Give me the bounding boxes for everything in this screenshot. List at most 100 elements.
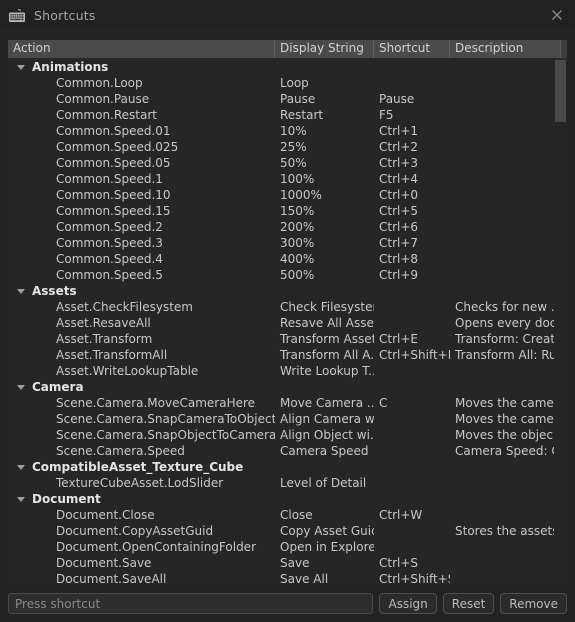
window-title: Shortcuts	[34, 7, 96, 23]
cell-action: Document.Close	[56, 508, 155, 522]
cell-display-string: 25%	[280, 140, 307, 154]
cell-display-string: Write Lookup T...	[280, 364, 374, 378]
cell-display-string: 50%	[280, 156, 307, 170]
remove-button[interactable]: Remove	[500, 593, 567, 614]
table-row[interactable]: Common.Speed.3 300% Ctrl+7	[8, 235, 567, 251]
group-cell: CompatibleAsset_Texture_Cube	[8, 460, 275, 474]
bottom-toolbar: Assign Reset Remove	[0, 585, 575, 622]
cell-description: Transform All: Ru...	[455, 348, 560, 362]
table-row[interactable]: TextureCubeAsset.LodSlider Level of Detai…	[8, 475, 567, 491]
scrollbar-thumb[interactable]	[555, 60, 566, 122]
table-row[interactable]: Scene.Camera.Speed Camera Speed Camera Spe…	[8, 443, 567, 459]
cell-shortcut: Ctrl+7	[379, 236, 419, 250]
table-row[interactable]: Asset.WriteLookupTable Write Lookup T...	[8, 363, 567, 379]
cell-display-string: Move Camera ...	[280, 396, 374, 410]
cell-display-string: Transform All A...	[280, 348, 374, 362]
shortcuts-table: Action Display String Shortcut Descripti…	[8, 40, 567, 585]
table-row[interactable]: Scene.Camera.MoveCameraHere Move Camera .…	[8, 395, 567, 411]
cell-display-string: Level of Detail	[280, 476, 367, 490]
table-row[interactable]: Scene.Camera.SnapObjectToCamera Align Obj…	[8, 427, 567, 443]
table-row[interactable]: Document.Save Save Ctrl+S	[8, 555, 567, 571]
table-row[interactable]: Asset.CheckFilesystem Check Filesystem Che…	[8, 299, 567, 315]
table-group-row[interactable]: Animations	[8, 59, 567, 75]
cell-action: Common.Pause	[56, 92, 150, 106]
chevron-down-icon[interactable]	[17, 64, 25, 70]
cell-action: Document.Save	[56, 556, 152, 570]
assign-button[interactable]: Assign	[379, 593, 437, 614]
table-row[interactable]: Document.Close Close Ctrl+W	[8, 507, 567, 523]
column-header-description[interactable]: Description	[450, 40, 560, 58]
shortcut-input[interactable]	[8, 593, 374, 614]
cell-shortcut: Ctrl+6	[379, 220, 419, 234]
cell-shortcut: Ctrl+8	[379, 252, 419, 266]
table-row[interactable]: Document.OpenContainingFolder Open in Exp…	[8, 539, 567, 555]
cell-action: Scene.Camera.Speed	[56, 444, 185, 458]
table-row[interactable]: Common.Speed.2 200% Ctrl+6	[8, 219, 567, 235]
cell-shortcut: Ctrl+S	[379, 556, 419, 570]
column-header-action[interactable]: Action	[8, 40, 275, 58]
cell-action: Scene.Camera.MoveCameraHere	[56, 396, 256, 410]
cell-action: Document.SaveAll	[56, 572, 167, 585]
table-row[interactable]: Common.Speed.4 400% Ctrl+8	[8, 251, 567, 267]
group-label: Assets	[32, 284, 77, 298]
cell-action: Common.Loop	[56, 76, 143, 90]
cell-action: Common.Speed.1	[56, 172, 163, 186]
cell-description: Camera Speed: C...	[455, 444, 560, 458]
table-row[interactable]: Common.Speed.15 150% Ctrl+5	[8, 203, 567, 219]
table-row[interactable]: Common.Speed.5 500% Ctrl+9	[8, 267, 567, 283]
table-row[interactable]: Common.Speed.01 10% Ctrl+1	[8, 123, 567, 139]
column-header-shortcut[interactable]: Shortcut	[374, 40, 450, 58]
cell-shortcut: C	[379, 396, 388, 410]
cell-action: Common.Speed.10	[56, 188, 171, 202]
cell-description: Moves the came...	[455, 412, 560, 426]
chevron-down-icon[interactable]	[17, 496, 25, 502]
cell-shortcut: Ctrl+5	[379, 204, 419, 218]
table-row[interactable]: Asset.TransformAll Transform All A... Ctrl…	[8, 347, 567, 363]
chevron-down-icon[interactable]	[17, 384, 25, 390]
cell-shortcut: Ctrl+2	[379, 140, 419, 154]
vertical-scrollbar[interactable]	[554, 60, 567, 585]
table-group-row[interactable]: Camera	[8, 379, 567, 395]
table-row[interactable]: Document.CopyAssetGuid Copy Asset Guid Sto…	[8, 523, 567, 539]
cell-display-string: Save All	[280, 572, 329, 585]
table-row[interactable]: Scene.Camera.SnapCameraToObject Align Cam…	[8, 411, 567, 427]
shortcuts-dialog: Shortcuts Action Display String Shortcut…	[0, 0, 575, 622]
table-row[interactable]: Asset.ResaveAll Resave All Assets Opens ev…	[8, 315, 567, 331]
cell-display-string: Camera Speed	[280, 444, 369, 458]
table-row[interactable]: Common.Restart Restart F5	[8, 107, 567, 123]
table-header-row: Action Display String Shortcut Descripti…	[8, 40, 567, 59]
table-group-row[interactable]: Assets	[8, 283, 567, 299]
cell-shortcut: Ctrl+0	[379, 188, 419, 202]
cell-shortcut: Ctrl+E	[379, 332, 418, 346]
cell-display-string: Pause	[280, 92, 316, 106]
table-row[interactable]: Common.Speed.10 1000% Ctrl+0	[8, 187, 567, 203]
table-group-row[interactable]: CompatibleAsset_Texture_Cube	[8, 459, 567, 475]
cell-display-string: Align Camera w...	[280, 412, 374, 426]
cell-action: Common.Speed.01	[56, 124, 171, 138]
table-row[interactable]: Common.Speed.05 50% Ctrl+3	[8, 155, 567, 171]
table-row[interactable]: Document.SaveAll Save All Ctrl+Shift+S	[8, 571, 567, 585]
column-header-display[interactable]: Display String	[275, 40, 374, 58]
table-row[interactable]: Common.Speed.1 100% Ctrl+4	[8, 171, 567, 187]
cell-display-string: Align Object wi...	[280, 428, 374, 442]
cell-display-string: 400%	[280, 252, 315, 266]
cell-shortcut: F5	[379, 108, 394, 122]
cell-shortcut: Ctrl+W	[379, 508, 423, 522]
table-body: Animations Common.Loop Loop Common.Pause Pau…	[8, 59, 567, 585]
cell-description: Moves the came...	[455, 396, 560, 410]
chevron-down-icon[interactable]	[17, 464, 25, 470]
close-icon[interactable]	[547, 5, 567, 25]
table-row[interactable]: Common.Speed.025 25% Ctrl+2	[8, 139, 567, 155]
cell-display-string: 150%	[280, 204, 315, 218]
table-row[interactable]: Common.Pause Pause Pause	[8, 91, 567, 107]
cell-display-string: Transform Asset	[280, 332, 374, 346]
chevron-down-icon[interactable]	[17, 288, 25, 294]
table-group-row[interactable]: Document	[8, 491, 567, 507]
reset-button[interactable]: Reset	[442, 593, 495, 614]
group-label: Camera	[32, 380, 84, 394]
keyboard-icon	[8, 8, 26, 22]
cell-action: Asset.WriteLookupTable	[56, 364, 199, 378]
table-row[interactable]: Asset.Transform Transform Asset Ctrl+E Tran…	[8, 331, 567, 347]
cell-action: Common.Speed.15	[56, 204, 171, 218]
table-row[interactable]: Common.Loop Loop	[8, 75, 567, 91]
